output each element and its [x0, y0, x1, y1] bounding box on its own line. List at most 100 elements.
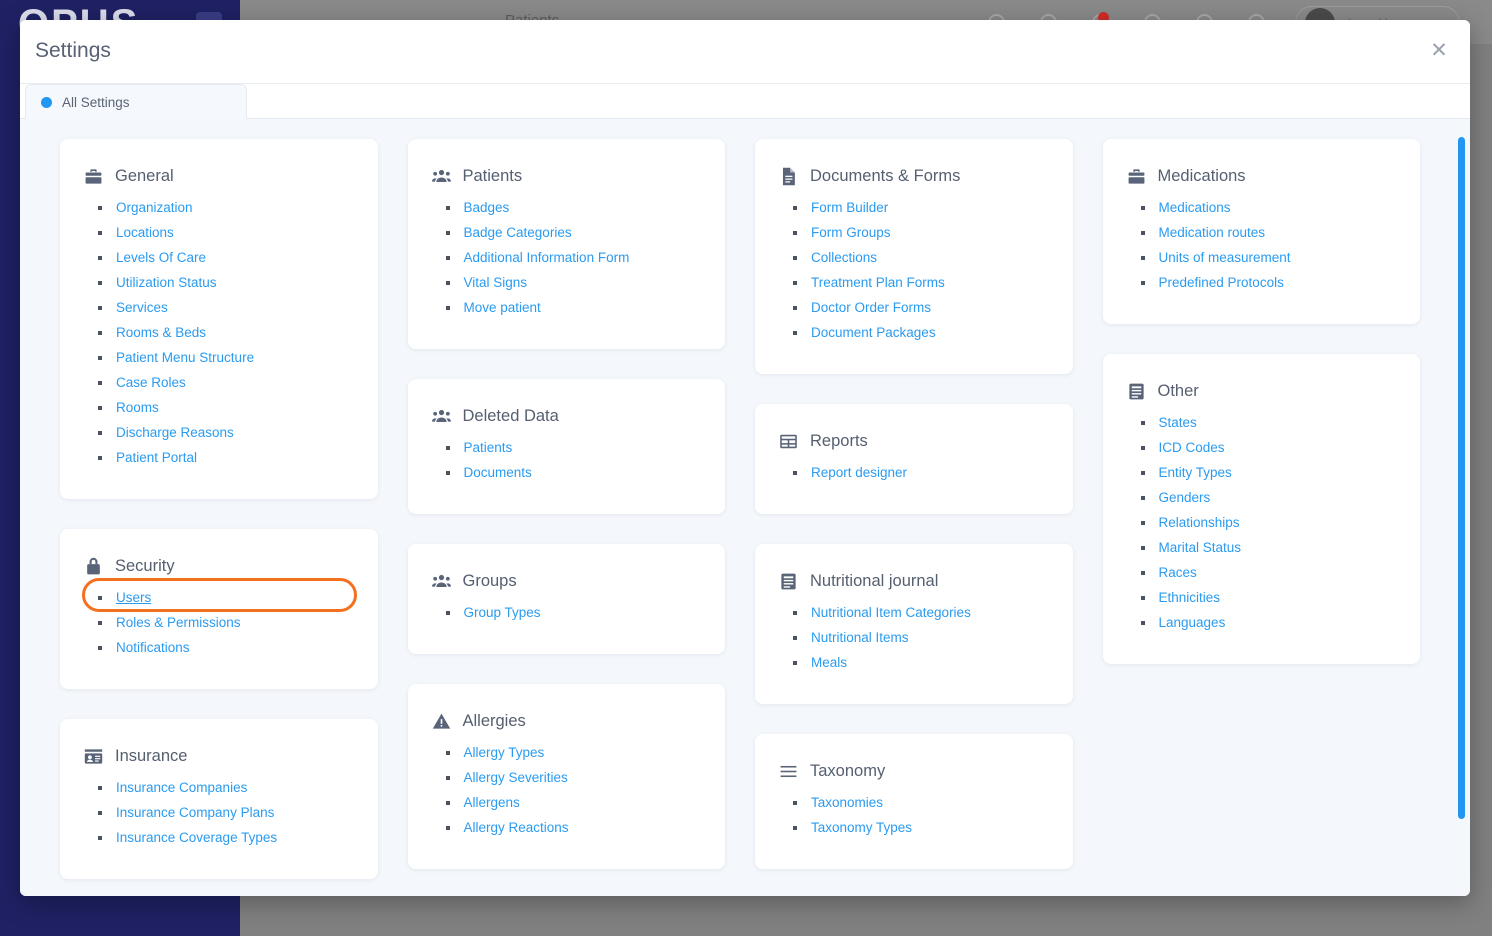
settings-link-patient-menu-structure[interactable]: Patient Menu Structure: [116, 350, 254, 365]
card-header: Allergies: [432, 712, 702, 731]
document-icon: [779, 167, 798, 186]
list-item: Collections: [791, 250, 1049, 265]
id-card-icon: [84, 747, 103, 766]
settings-link-vital-signs[interactable]: Vital Signs: [464, 275, 528, 290]
settings-link-insurance-coverage-types[interactable]: Insurance Coverage Types: [116, 830, 277, 845]
settings-link-badges[interactable]: Badges: [464, 200, 510, 215]
settings-link-allergy-severities[interactable]: Allergy Severities: [464, 770, 568, 785]
settings-link-relationships[interactable]: Relationships: [1159, 515, 1240, 530]
settings-link-document-packages[interactable]: Document Packages: [811, 325, 936, 340]
card-link-list: States ICD Codes Entity Types Genders Relati…: [1127, 415, 1397, 630]
settings-card-security: Security Users Roles & Permissions Notifica…: [60, 529, 378, 689]
settings-link-insurance-company-plans[interactable]: Insurance Company Plans: [116, 805, 274, 820]
list-item: Treatment Plan Forms: [791, 275, 1049, 290]
card-link-list: Form Builder Form Groups Collections Treatm…: [779, 200, 1049, 340]
close-icon[interactable]: ✕: [1424, 36, 1454, 66]
settings-link-roles-permissions[interactable]: Roles & Permissions: [116, 615, 241, 630]
list-item: Move patient: [444, 300, 702, 315]
settings-link-doctor-order-forms[interactable]: Doctor Order Forms: [811, 300, 931, 315]
hamburger-lines-icon: [779, 762, 798, 781]
settings-link-genders[interactable]: Genders: [1159, 490, 1211, 505]
settings-link-collections[interactable]: Collections: [811, 250, 877, 265]
settings-link-form-groups[interactable]: Form Groups: [811, 225, 891, 240]
list-item: Doctor Order Forms: [791, 300, 1049, 315]
list-item: Patient Menu Structure: [96, 350, 354, 365]
book-icon: [779, 572, 798, 591]
settings-link-rooms-beds[interactable]: Rooms & Beds: [116, 325, 206, 340]
list-item: Rooms & Beds: [96, 325, 354, 340]
settings-card-insurance: Insurance Insurance Companies Insurance Co…: [60, 719, 378, 879]
card-title: Medications: [1157, 167, 1246, 185]
card-header: Medications: [1127, 167, 1397, 186]
settings-link-entity-types[interactable]: Entity Types: [1159, 465, 1232, 480]
settings-link-patient-portal[interactable]: Patient Portal: [116, 450, 197, 465]
settings-link-nutritional-items[interactable]: Nutritional Items: [811, 630, 909, 645]
settings-link-medications[interactable]: Medications: [1159, 200, 1231, 215]
list-item: Nutritional Item Categories: [791, 605, 1049, 620]
lock-icon: [84, 557, 103, 576]
settings-link-badge-categories[interactable]: Badge Categories: [464, 225, 572, 240]
settings-link-languages[interactable]: Languages: [1159, 615, 1226, 630]
list-item: Allergy Reactions: [444, 820, 702, 835]
list-item: Ethnicities: [1139, 590, 1397, 605]
settings-link-races[interactable]: Races: [1159, 565, 1197, 580]
settings-link-nutritional-item-categories[interactable]: Nutritional Item Categories: [811, 605, 971, 620]
settings-link-organization[interactable]: Organization: [116, 200, 193, 215]
list-item: Meals: [791, 655, 1049, 670]
settings-link-notifications[interactable]: Notifications: [116, 640, 190, 655]
list-item: Nutritional Items: [791, 630, 1049, 645]
list-item: Genders: [1139, 490, 1397, 505]
card-link-list: Badges Badge Categories Additional Informa…: [432, 200, 702, 315]
settings-link-states[interactable]: States: [1159, 415, 1197, 430]
tab-all-settings[interactable]: All Settings: [25, 84, 247, 119]
settings-link-units-of-measurement[interactable]: Units of measurement: [1159, 250, 1291, 265]
briefcase-icon: [1127, 167, 1146, 186]
settings-link-allergy-types[interactable]: Allergy Types: [464, 745, 545, 760]
settings-link-allergens[interactable]: Allergens: [464, 795, 520, 810]
scrollbar-track[interactable]: [1458, 119, 1468, 896]
settings-link-case-roles[interactable]: Case Roles: [116, 375, 186, 390]
settings-link-insurance-companies[interactable]: Insurance Companies: [116, 780, 247, 795]
settings-link-documents[interactable]: Documents: [464, 465, 532, 480]
settings-link-medication-routes[interactable]: Medication routes: [1159, 225, 1266, 240]
settings-link-taxonomy-types[interactable]: Taxonomy Types: [811, 820, 912, 835]
card-link-list: Taxonomies Taxonomy Types: [779, 795, 1049, 835]
list-item: Report designer: [791, 465, 1049, 480]
card-header: Deleted Data: [431, 407, 702, 426]
settings-link-levels-of-care[interactable]: Levels Of Care: [116, 250, 206, 265]
settings-card-other: Other States ICD Codes Entity Types Genders R…: [1102, 354, 1420, 664]
settings-link-services[interactable]: Services: [116, 300, 168, 315]
settings-link-discharge-reasons[interactable]: Discharge Reasons: [116, 425, 234, 440]
settings-link-taxonomies[interactable]: Taxonomies: [811, 795, 883, 810]
settings-link-locations[interactable]: Locations: [116, 225, 174, 240]
settings-card-grid: General Organization Locations Levels Of Ca…: [60, 139, 1420, 896]
settings-link-report-designer[interactable]: Report designer: [811, 465, 907, 480]
list-item: Languages: [1139, 615, 1397, 630]
settings-link-predefined-protocols[interactable]: Predefined Protocols: [1159, 275, 1284, 290]
settings-link-move-patient[interactable]: Move patient: [464, 300, 541, 315]
settings-link-rooms[interactable]: Rooms: [116, 400, 159, 415]
list-item: Form Builder: [791, 200, 1049, 215]
card-header: Taxonomy: [779, 762, 1049, 781]
settings-link-group-types[interactable]: Group Types: [464, 605, 541, 620]
settings-link-users[interactable]: Users: [116, 590, 151, 605]
settings-card-taxonomy: Taxonomy Taxonomies Taxonomy Types: [755, 734, 1073, 869]
settings-link-form-builder[interactable]: Form Builder: [811, 200, 888, 215]
settings-body: General Organization Locations Levels Of Ca…: [20, 119, 1470, 896]
settings-link-utilization-status[interactable]: Utilization Status: [116, 275, 217, 290]
card-link-list: Nutritional Item Categories Nutritional I…: [779, 605, 1049, 670]
list-item: Marital Status: [1139, 540, 1397, 555]
settings-link-patients[interactable]: Patients: [464, 440, 513, 455]
card-title: Security: [115, 557, 175, 575]
settings-link-allergy-reactions[interactable]: Allergy Reactions: [464, 820, 569, 835]
card-title: General: [115, 167, 174, 185]
settings-link-icd-codes[interactable]: ICD Codes: [1159, 440, 1225, 455]
settings-link-marital-status[interactable]: Marital Status: [1159, 540, 1242, 555]
settings-link-ethnicities[interactable]: Ethnicities: [1159, 590, 1221, 605]
scrollbar-thumb[interactable]: [1458, 137, 1465, 819]
settings-link-treatment-plan-forms[interactable]: Treatment Plan Forms: [811, 275, 945, 290]
card-link-list: Allergy Types Allergy Severities Allergens…: [432, 745, 702, 835]
card-header: Groups: [431, 572, 702, 591]
settings-link-meals[interactable]: Meals: [811, 655, 847, 670]
settings-link-additional-information-form[interactable]: Additional Information Form: [464, 250, 630, 265]
